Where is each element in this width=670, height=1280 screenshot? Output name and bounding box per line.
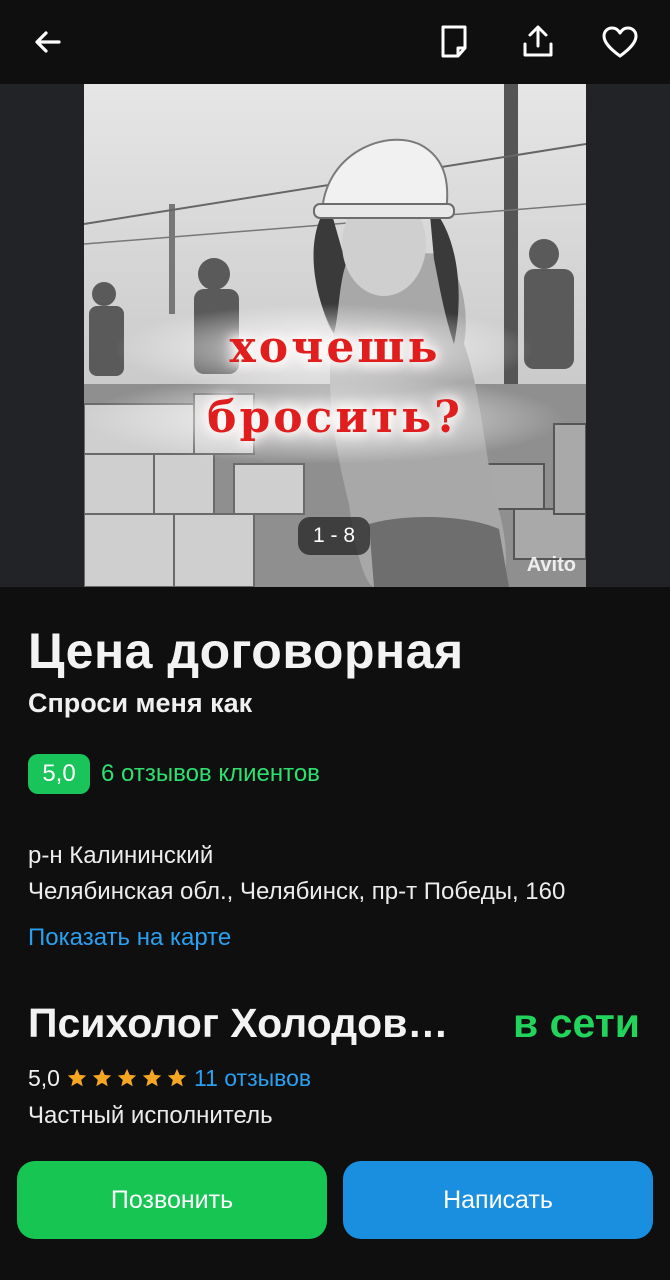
back-arrow-icon xyxy=(35,31,61,53)
seller-stars xyxy=(66,1067,188,1089)
seller-type: Частный исполнитель xyxy=(28,1102,273,1129)
seller-reviews-link[interactable]: 11 отзывов xyxy=(194,1065,311,1092)
favorite-button[interactable] xyxy=(592,14,648,70)
star-icon xyxy=(167,1068,187,1087)
avito-watermark: Avito xyxy=(526,554,576,576)
share-icon xyxy=(523,25,553,57)
call-button[interactable]: Позвонить xyxy=(17,1161,327,1239)
seller-rating: 5,0 11 отзывов xyxy=(28,1064,311,1092)
star-icon xyxy=(117,1068,137,1087)
reviews-link[interactable]: 6 отзывов клиентов xyxy=(101,760,320,788)
online-status: в сети xyxy=(513,1000,640,1046)
listing-title: Спроси меня как xyxy=(28,688,253,718)
seller-rating-value: 5,0 xyxy=(28,1064,60,1091)
heart-icon xyxy=(602,26,638,58)
top-bar xyxy=(0,0,670,84)
photo-gallery[interactable]: хочешь бросить? Avito 1 - 8 xyxy=(0,84,670,587)
star-icon xyxy=(92,1068,112,1087)
address: Челябинская обл., Челябинск, пр-т Победы… xyxy=(28,878,566,905)
note-button[interactable] xyxy=(426,14,482,70)
write-button[interactable]: Написать xyxy=(343,1161,653,1239)
photo-overlay-line1: хочешь xyxy=(229,322,441,373)
photo-counter: 1 - 8 xyxy=(298,517,370,555)
back-button[interactable] xyxy=(20,14,76,70)
price: Цена договорная xyxy=(28,623,464,679)
star-icon xyxy=(142,1068,162,1087)
rating-badge: 5,0 xyxy=(28,754,90,794)
note-icon xyxy=(441,25,467,58)
photo-overlay-line2: бросить? xyxy=(207,392,463,443)
star-icon xyxy=(67,1068,87,1087)
show-on-map-link[interactable]: Показать на карте xyxy=(28,924,231,952)
district: р-н Калининский xyxy=(28,842,214,869)
share-button[interactable] xyxy=(510,14,566,70)
listing-photo[interactable]: хочешь бросить? Avito xyxy=(84,84,586,587)
seller-name[interactable]: Психолог Холодов… xyxy=(28,1000,448,1047)
